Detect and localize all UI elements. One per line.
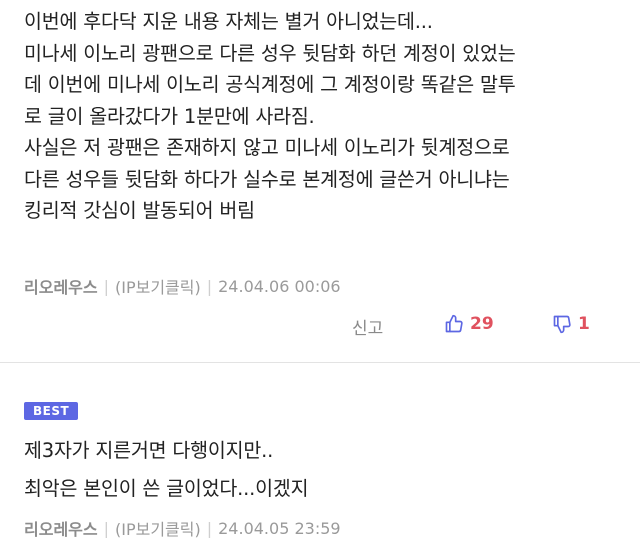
comment-line: 제3자가 지른거면 다행이지만.. (24, 439, 274, 462)
comment-line: 로 글이 올라갔다가 1분만에 사라짐. (24, 104, 315, 128)
author-name[interactable]: 리오레우스 (24, 274, 98, 298)
thumbs-up-icon (444, 314, 464, 334)
meta-separator: | (103, 276, 109, 296)
comment-body: 이번에 후다닥 지운 내용 자체는 별거 아니었는데... 미나세 이노리 광팬… (24, 6, 624, 227)
comment-item: 이번에 후다닥 지운 내용 자체는 별거 아니었는데... 미나세 이노리 광팬… (0, 0, 640, 362)
upvote-button[interactable]: 29 (444, 314, 494, 334)
meta-separator: | (206, 518, 213, 538)
meta-separator: | (206, 276, 213, 296)
downvote-button[interactable]: 1 (552, 314, 590, 334)
comment-line: 킹리적 갓심이 발동되어 버림 (24, 199, 255, 222)
comment-meta: 리오레우스 | (IP보기클릭) | 24.04.05 23:59 (24, 516, 341, 540)
downvote-count: 1 (578, 314, 590, 334)
comment-timestamp: 24.04.06 00:06 (218, 276, 341, 296)
meta-separator: | (103, 518, 109, 538)
report-button[interactable]: 신고 (352, 314, 383, 339)
ip-view-link[interactable]: (IP보기클릭) (115, 516, 201, 540)
comment-actions: 신고 29 1 (0, 314, 640, 344)
comment-line: 이번에 후다닥 지운 내용 자체는 별거 아니었는데... (24, 10, 433, 33)
upvote-count: 29 (470, 314, 494, 334)
comment-line: 사실은 저 광팬은 존재하지 않고 미나세 이노리가 뒷계정으로 (24, 136, 510, 159)
comment-body: 제3자가 지른거면 다행이지만.. 최악은 본인이 쓴 글이었다...이겠지 (24, 432, 624, 508)
comment-meta: 리오레우스 | (IP보기클릭) | 24.04.06 00:06 (24, 274, 341, 298)
comment-line: 데 이번에 미나세 이노리 공식계정에 그 계정이랑 똑같은 말투 (24, 73, 516, 96)
comment-item: BEST 제3자가 지른거면 다행이지만.. 최악은 본인이 쓴 글이었다...… (0, 362, 640, 557)
comment-line: 미나세 이노리 광팬으로 다른 성우 뒷담화 하던 계정이 있었는 (24, 41, 516, 65)
ip-view-link[interactable]: (IP보기클릭) (115, 274, 201, 298)
author-name[interactable]: 리오레우스 (24, 516, 98, 540)
best-badge: BEST (24, 402, 79, 420)
comment-line: 최악은 본인이 쓴 글이었다...이겠지 (24, 477, 309, 500)
comment-line: 다른 성우들 뒷담화 하다가 실수로 본계정에 글쓴거 아니냐는 (24, 167, 510, 191)
thumbs-down-icon (552, 314, 572, 334)
comment-timestamp: 24.04.05 23:59 (218, 518, 341, 538)
